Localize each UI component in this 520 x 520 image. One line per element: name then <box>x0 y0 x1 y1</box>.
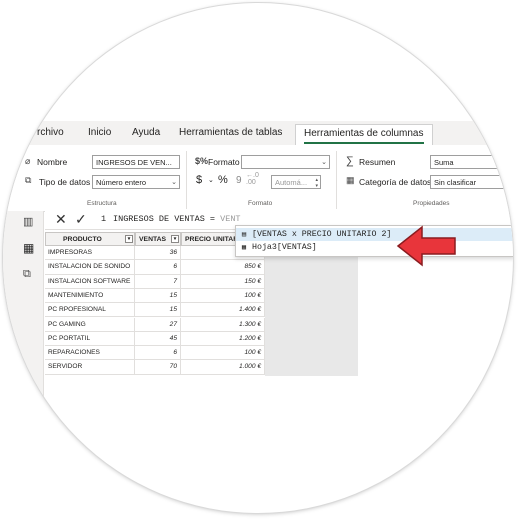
cell-precio[interactable]: 1.300 € <box>181 317 265 332</box>
cell-precio[interactable]: 100 € <box>181 288 265 304</box>
check-icon[interactable]: ✓ <box>75 211 87 228</box>
formula-text: INGRESOS DE VENTAS = <box>113 214 221 224</box>
tipo-datos-select[interactable]: Número entero ⌄ <box>92 175 180 189</box>
filter-dropdown-icon[interactable]: ▾ <box>125 235 133 243</box>
cell-producto[interactable]: INSTALACION DE SONIDO <box>45 260 135 275</box>
cell-precio[interactable]: 1.000 € <box>181 360 265 375</box>
ribbon: ⌀ Nombre INGRESOS DE VEN... ⧉ Tipo de da… <box>3 145 513 212</box>
tab-herramientas-tablas[interactable]: Herramientas de tablas <box>179 127 282 138</box>
cell-precio[interactable]: 1.400 € <box>181 303 265 318</box>
cell-precio[interactable]: 100 € <box>181 346 265 361</box>
model-view-icon[interactable]: ⧉ <box>23 268 31 281</box>
column-header-label: VENTAS <box>139 236 167 243</box>
decimal-places-icon[interactable]: ←.0.00 <box>246 172 259 186</box>
screenshot-circle: rchivo Inicio Ayuda Herramientas de tabl… <box>3 3 513 513</box>
tab-herramientas-columnas[interactable]: Herramientas de columnas <box>295 124 433 145</box>
chevron-down-icon: ⌄ <box>171 179 177 186</box>
comma-button[interactable]: 9 <box>236 175 242 186</box>
nombre-field[interactable]: INGRESOS DE VEN... <box>92 155 180 169</box>
category-icon: ▦ <box>346 175 355 185</box>
formula-typed: VENT <box>220 214 241 224</box>
group-label-formato: Formato <box>248 200 273 207</box>
cell-ventas[interactable]: 15 <box>135 303 181 318</box>
data-view-icon[interactable]: ▦ <box>23 241 34 255</box>
group-label-propiedades: Propiedades <box>413 200 450 207</box>
formula-line-number: 1 <box>101 214 107 224</box>
tab-archivo[interactable]: rchivo <box>37 127 64 138</box>
red-arrow-icon <box>396 225 456 267</box>
autocomplete-list: ▤ [VENTAS x PRECIO UNITARIO 2] ▦ Hoja3[VEN… <box>235 225 513 257</box>
cell-producto[interactable]: IMPRESORAS <box>45 246 135 261</box>
ribbon-tab-bar: rchivo Inicio Ayuda Herramientas de tabl… <box>3 121 513 145</box>
cell-producto[interactable]: REPARACIONES <box>45 346 135 361</box>
cell-producto[interactable]: PC RPOFESIONAL <box>45 303 135 318</box>
cell-producto[interactable]: PC GAMING <box>45 317 135 332</box>
cell-precio[interactable]: 150 € <box>181 274 265 289</box>
sum-icon: ∑ <box>346 155 354 167</box>
nombre-label: Nombre <box>37 157 68 167</box>
chevron-down-icon: ⌄ <box>321 159 327 166</box>
tipo-datos-value: Número entero <box>96 178 147 187</box>
tab-herramientas-columnas-label: Herramientas de columnas <box>304 128 424 144</box>
decimals-field[interactable]: Automá... ▴ ▾ <box>271 175 321 189</box>
cell-producto[interactable]: MANTENIMIENTO <box>45 288 135 304</box>
tag-icon: ⌀ <box>25 156 31 166</box>
cell-precio[interactable]: 850 € <box>181 260 265 275</box>
cell-ventas[interactable]: 70 <box>135 360 181 375</box>
formato-select[interactable]: ⌄ <box>241 155 330 169</box>
report-view-icon[interactable]: ▥ <box>23 215 33 228</box>
autocomplete-item[interactable]: ▤ [VENTAS x PRECIO UNITARIO 2] <box>236 228 513 241</box>
chevron-down-icon[interactable]: ⌄ <box>208 176 214 184</box>
divider <box>336 151 337 209</box>
autocomplete-item-text: Hoja3[VENTAS] <box>252 243 317 252</box>
data-type-icon: ⧉ <box>25 175 32 185</box>
cell-precio[interactable]: 1.200 € <box>181 331 265 347</box>
close-icon[interactable]: ✕ <box>55 211 67 228</box>
resumen-label: Resumen <box>359 157 396 167</box>
categoria-label: Categoría de datos <box>359 177 432 187</box>
categoria-select[interactable]: Sin clasificar <box>430 175 513 189</box>
cell-ventas[interactable]: 6 <box>135 346 181 361</box>
cell-ventas[interactable]: 7 <box>135 274 181 289</box>
cell-ventas[interactable]: 36 <box>135 246 181 261</box>
cell-producto[interactable]: SERVIDOR <box>45 360 135 375</box>
filter-dropdown-icon[interactable]: ▾ <box>171 235 179 243</box>
stepper-icon[interactable]: ▴ ▾ <box>315 177 318 188</box>
view-switcher: ▥ ▦ ⧉ <box>3 211 44 513</box>
column-header-producto[interactable]: PRODUCTO ▾ <box>45 232 135 246</box>
new-column-area <box>265 246 358 376</box>
format-icon: $% <box>195 156 209 166</box>
column-header-label: PRODUCTO <box>63 236 102 243</box>
decimals-value: Automá... <box>275 178 308 187</box>
formula-input[interactable]: INGRESOS DE VENTAS = VENT <box>113 214 241 224</box>
group-label-estructura: Estructura <box>87 200 117 207</box>
cell-producto[interactable]: PC PORTATIL <box>45 331 135 347</box>
cell-ventas[interactable]: 45 <box>135 331 181 347</box>
formato-label: Formato <box>208 157 240 167</box>
resumen-select[interactable]: Suma <box>430 155 513 169</box>
cell-ventas[interactable]: 27 <box>135 317 181 332</box>
currency-button[interactable]: $ <box>196 174 202 186</box>
cell-producto[interactable]: INSTALACION SOFTWARE <box>45 274 135 289</box>
column-header-ventas[interactable]: VENTAS ▾ <box>135 232 181 246</box>
autocomplete-item[interactable]: ▦ Hoja3[VENTAS] <box>236 241 513 254</box>
autocomplete-item-text: [VENTAS x PRECIO UNITARIO 2] <box>252 230 392 239</box>
tipo-datos-label: Tipo de datos <box>39 177 91 187</box>
tab-inicio[interactable]: Inicio <box>88 127 111 138</box>
column-icon: ▦ <box>241 244 247 252</box>
percent-button[interactable]: % <box>218 174 228 186</box>
divider <box>186 151 187 209</box>
tab-ayuda[interactable]: Ayuda <box>132 127 160 138</box>
cell-ventas[interactable]: 6 <box>135 260 181 275</box>
cell-ventas[interactable]: 15 <box>135 288 181 304</box>
